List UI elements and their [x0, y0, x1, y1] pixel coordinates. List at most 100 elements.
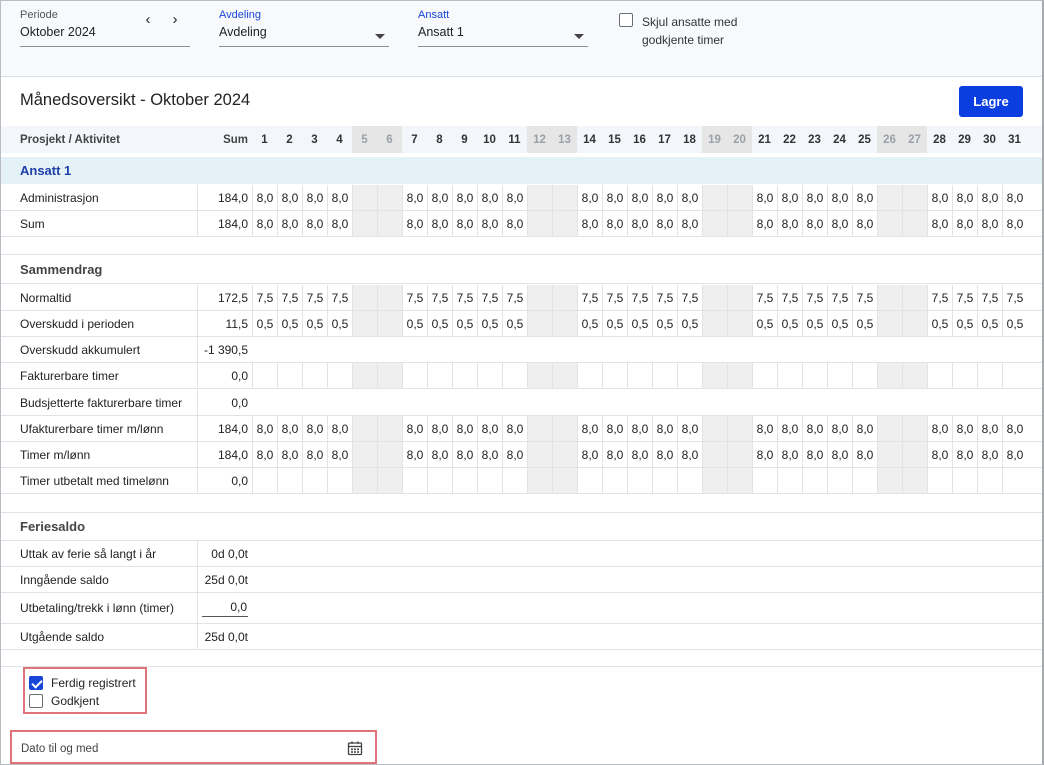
summary-day-cell[interactable] [702, 311, 727, 336]
summary-day-cell[interactable]: 0,5 [652, 311, 677, 336]
summary-day-cell[interactable] [552, 363, 577, 388]
summary-day-cell[interactable]: 8,0 [477, 416, 502, 441]
activity-day-cell[interactable]: 8,0 [827, 211, 852, 236]
summary-day-cell[interactable]: 7,5 [302, 285, 327, 310]
summary-day-cell[interactable]: 7,5 [627, 285, 652, 310]
summary-day-cell[interactable] [877, 285, 902, 310]
summary-day-cell[interactable]: 8,0 [427, 416, 452, 441]
summary-day-cell[interactable]: 0,5 [927, 311, 952, 336]
summary-day-cell[interactable] [552, 416, 577, 441]
summary-day-cell[interactable] [502, 363, 527, 388]
summary-day-cell[interactable] [602, 363, 627, 388]
activity-day-cell[interactable]: 8,0 [602, 211, 627, 236]
activity-day-cell[interactable]: 8,0 [977, 185, 1002, 210]
summary-day-cell[interactable]: 7,5 [502, 285, 527, 310]
summary-day-cell[interactable]: 0,5 [452, 311, 477, 336]
summary-day-cell[interactable] [1002, 363, 1027, 388]
summary-day-cell[interactable]: 8,0 [827, 442, 852, 467]
summary-day-cell[interactable]: 8,0 [502, 442, 527, 467]
summary-day-cell[interactable] [677, 363, 702, 388]
summary-day-cell[interactable] [577, 468, 602, 493]
activity-day-cell[interactable]: 8,0 [327, 211, 352, 236]
summary-day-cell[interactable]: 8,0 [652, 416, 677, 441]
summary-day-cell[interactable]: 0,5 [427, 311, 452, 336]
activity-day-cell[interactable] [527, 185, 552, 210]
activity-day-cell[interactable] [377, 211, 402, 236]
summary-day-cell[interactable]: 8,0 [427, 442, 452, 467]
summary-day-cell[interactable] [352, 442, 377, 467]
summary-day-cell[interactable]: 8,0 [602, 442, 627, 467]
summary-day-cell[interactable] [702, 442, 727, 467]
summary-day-cell[interactable]: 7,5 [752, 285, 777, 310]
activity-day-cell[interactable] [552, 211, 577, 236]
summary-day-cell[interactable]: 8,0 [752, 442, 777, 467]
summary-day-cell[interactable]: 8,0 [952, 416, 977, 441]
summary-day-cell[interactable] [727, 311, 752, 336]
summary-day-cell[interactable]: 7,5 [402, 285, 427, 310]
summary-day-cell[interactable] [377, 311, 402, 336]
summary-day-cell[interactable]: 8,0 [627, 416, 652, 441]
activity-day-cell[interactable]: 8,0 [802, 185, 827, 210]
summary-day-cell[interactable]: 8,0 [777, 416, 802, 441]
summary-day-cell[interactable] [327, 363, 352, 388]
summary-day-cell[interactable]: 8,0 [627, 442, 652, 467]
summary-day-cell[interactable]: 8,0 [252, 442, 277, 467]
summary-day-cell[interactable]: 8,0 [577, 442, 602, 467]
activity-day-cell[interactable]: 8,0 [752, 185, 777, 210]
summary-day-cell[interactable]: 8,0 [827, 416, 852, 441]
summary-day-cell[interactable] [552, 285, 577, 310]
summary-day-cell[interactable] [402, 468, 427, 493]
summary-day-cell[interactable] [727, 416, 752, 441]
summary-day-cell[interactable]: 7,5 [277, 285, 302, 310]
activity-day-cell[interactable]: 8,0 [627, 185, 652, 210]
summary-day-cell[interactable]: 8,0 [402, 416, 427, 441]
summary-day-cell[interactable]: 7,5 [427, 285, 452, 310]
activity-day-cell[interactable] [727, 211, 752, 236]
summary-day-cell[interactable]: 7,5 [327, 285, 352, 310]
summary-day-cell[interactable] [777, 363, 802, 388]
godkjent-checkbox[interactable] [29, 694, 43, 708]
activity-day-cell[interactable] [552, 185, 577, 210]
summary-day-cell[interactable] [752, 468, 777, 493]
summary-day-cell[interactable]: 7,5 [827, 285, 852, 310]
summary-day-cell[interactable] [527, 442, 552, 467]
summary-day-cell[interactable] [452, 363, 477, 388]
summary-day-cell[interactable] [952, 363, 977, 388]
activity-day-cell[interactable]: 8,0 [677, 185, 702, 210]
summary-day-cell[interactable] [877, 311, 902, 336]
summary-day-cell[interactable] [602, 468, 627, 493]
activity-day-cell[interactable] [727, 185, 752, 210]
summary-day-cell[interactable]: 8,0 [977, 416, 1002, 441]
activity-day-cell[interactable]: 8,0 [477, 211, 502, 236]
summary-day-cell[interactable]: 0,5 [502, 311, 527, 336]
summary-day-cell[interactable]: 0,5 [752, 311, 777, 336]
summary-day-cell[interactable]: 7,5 [452, 285, 477, 310]
summary-day-cell[interactable] [927, 363, 952, 388]
summary-day-cell[interactable] [902, 285, 927, 310]
activity-day-cell[interactable]: 8,0 [477, 185, 502, 210]
summary-day-cell[interactable] [377, 363, 402, 388]
summary-day-cell[interactable] [352, 311, 377, 336]
summary-day-cell[interactable] [852, 468, 877, 493]
summary-day-cell[interactable]: 8,0 [602, 416, 627, 441]
summary-day-cell[interactable] [652, 468, 677, 493]
activity-day-cell[interactable] [352, 185, 377, 210]
summary-day-cell[interactable]: 8,0 [302, 442, 327, 467]
activity-day-cell[interactable]: 8,0 [452, 185, 477, 210]
summary-day-cell[interactable]: 8,0 [252, 416, 277, 441]
summary-day-cell[interactable]: 8,0 [327, 442, 352, 467]
ferdig-registrert-checkbox[interactable] [29, 676, 43, 690]
summary-day-cell[interactable] [552, 311, 577, 336]
activity-day-cell[interactable]: 8,0 [327, 185, 352, 210]
summary-day-cell[interactable]: 8,0 [477, 442, 502, 467]
summary-day-cell[interactable]: 0,5 [952, 311, 977, 336]
summary-day-cell[interactable] [352, 416, 377, 441]
summary-day-cell[interactable] [377, 416, 402, 441]
summary-day-cell[interactable]: 8,0 [502, 416, 527, 441]
activity-day-cell[interactable]: 8,0 [402, 211, 427, 236]
summary-day-cell[interactable] [802, 363, 827, 388]
activity-day-cell[interactable]: 8,0 [927, 185, 952, 210]
summary-day-cell[interactable]: 8,0 [302, 416, 327, 441]
summary-day-cell[interactable] [652, 363, 677, 388]
activity-day-cell[interactable] [527, 211, 552, 236]
